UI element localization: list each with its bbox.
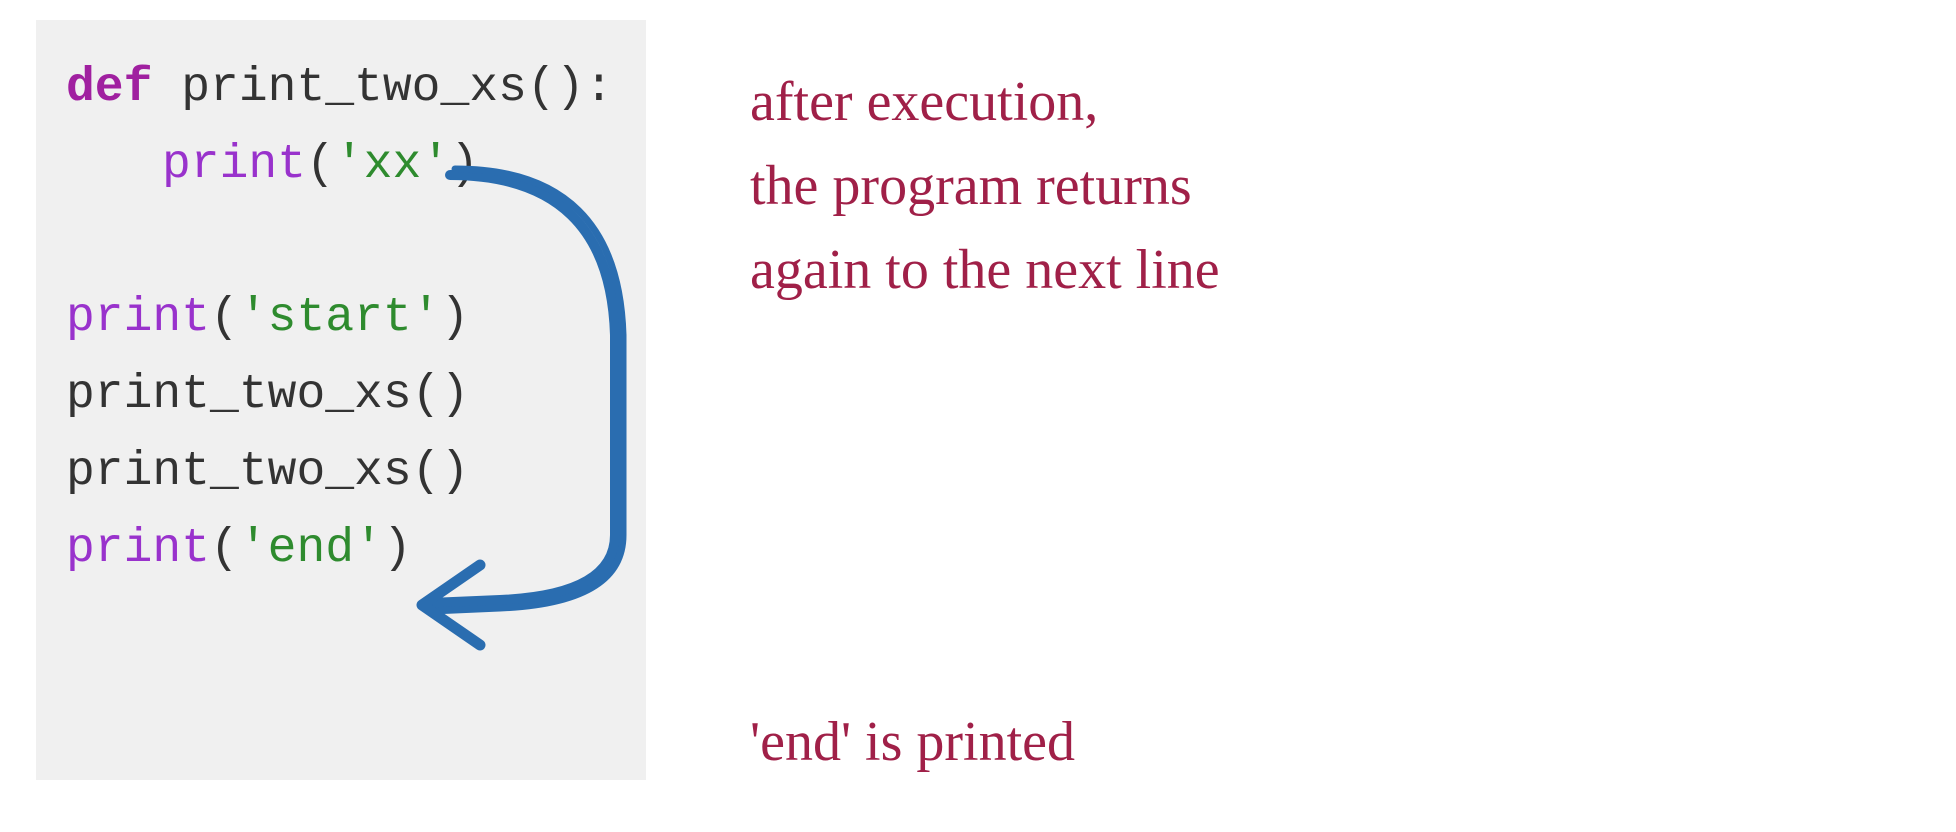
paren-close: ) — [383, 522, 412, 576]
paren-close: ) — [450, 138, 479, 192]
paren-open: ( — [210, 291, 239, 345]
code-line-1: def print_two_xs(): — [66, 50, 616, 127]
annotation-bottom-text: 'end' is printed — [750, 711, 1075, 773]
code-line-blank — [66, 204, 616, 281]
annotation-top-line1: after execution, — [750, 60, 1900, 144]
paren-open: ( — [306, 138, 335, 192]
code-line-2: print('xx') — [66, 127, 616, 204]
print-call: print — [162, 138, 306, 192]
string-literal: 'xx' — [335, 138, 450, 192]
paren-open: ( — [210, 522, 239, 576]
annotation-top: after execution, the program returns aga… — [750, 60, 1900, 312]
print-call: print — [66, 522, 210, 576]
annotation-bottom: 'end' is printed — [750, 700, 1750, 784]
code-line-7: print('end') — [66, 511, 616, 588]
annotation-top-line2: the program returns — [750, 144, 1900, 228]
annotation-top-line3: again to the next line — [750, 228, 1900, 312]
print-call: print — [66, 291, 210, 345]
code-block: def print_two_xs(): print('xx') print('s… — [36, 20, 646, 780]
paren-close: ) — [440, 291, 469, 345]
string-literal: 'end' — [239, 522, 383, 576]
code-line-6: print_two_xs() — [66, 434, 616, 511]
string-literal: 'start' — [239, 291, 441, 345]
def-parens: (): — [527, 61, 613, 115]
code-line-5: print_two_xs() — [66, 357, 616, 434]
keyword-def: def — [66, 61, 152, 115]
function-name: print_two_xs — [152, 61, 526, 115]
code-line-4: print('start') — [66, 280, 616, 357]
